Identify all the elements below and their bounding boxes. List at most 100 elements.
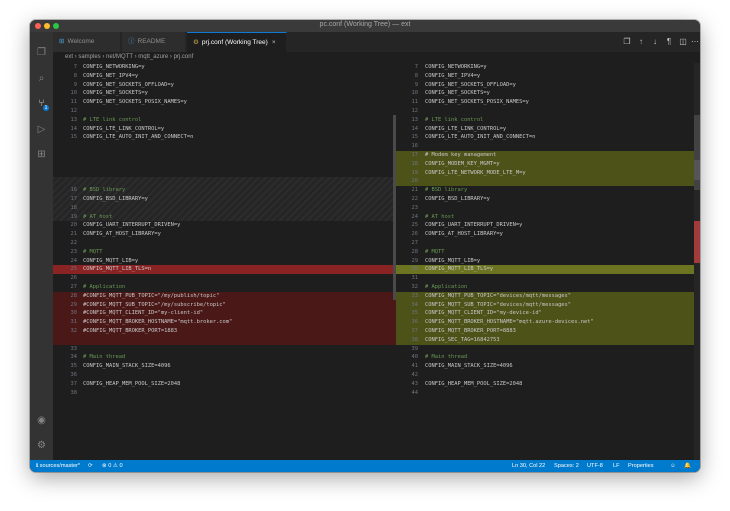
diff-line[interactable]: 8 CONFIG_NET_IPV4=y: [53, 72, 396, 81]
diff-line[interactable]: 11 CONFIG_NET_SOCKETS_POSIX_NAMES=y: [53, 98, 396, 107]
diff-line[interactable]: 24 # AT host: [396, 213, 694, 222]
diff-line[interactable]: 17 # Modem key management: [396, 151, 694, 160]
diff-line[interactable]: 15 CONFIG_LTE_AUTO_INIT_AND_CONNECT=n: [53, 133, 396, 142]
diff-line[interactable]: 12: [396, 107, 694, 116]
original-editor-pane[interactable]: 7 CONFIG_NETWORKING=y 8 CONFIG_NET_IPV4=y 9 C…: [53, 63, 396, 460]
eol-indicator[interactable]: LF: [613, 460, 620, 472]
diff-line[interactable]: 28 # MQTT: [396, 248, 694, 257]
diff-line[interactable]: 18 CONFIG_MODEM_KEY_MGMT=y: [396, 159, 694, 169]
diff-line[interactable]: 22 CONFIG_BSD_LIBRARY=y: [396, 195, 694, 204]
split-editor-icon[interactable]: ◫: [678, 36, 688, 48]
settings-gear-icon[interactable]: ⚙: [36, 440, 47, 451]
diff-line[interactable]: 21 CONFIG_AT_HOST_LIBRARY=y: [53, 230, 396, 239]
diff-line[interactable]: 38 CONFIG_SEC_TAG=16842753: [396, 335, 694, 345]
indentation-indicator[interactable]: Spaces: 2: [554, 460, 579, 472]
diff-line[interactable]: 30 #CONFIG_MQTT_CLIENT_ID="my-client-id": [53, 309, 396, 319]
diff-line[interactable]: 12: [53, 107, 396, 116]
diff-line[interactable]: 43 CONFIG_HEAP_MEM_POOL_SIZE=2048: [396, 380, 694, 389]
diff-line[interactable]: 16 # BSD library: [53, 186, 396, 195]
diff-line[interactable]: 23 # MQTT: [53, 248, 396, 257]
run-debug-icon[interactable]: ▷: [36, 124, 47, 135]
diff-line[interactable]: 39: [396, 345, 694, 354]
next-change-icon[interactable]: ↓: [650, 36, 660, 48]
diff-line[interactable]: 15 CONFIG_LTE_AUTO_INIT_AND_CONNECT=n: [396, 133, 694, 142]
diff-line[interactable]: 16: [396, 142, 694, 151]
tab-welcome[interactable]: ⊞ Welcome: [53, 32, 121, 52]
diff-line[interactable]: 11 CONFIG_NET_SOCKETS_POSIX_NAMES=y: [396, 98, 694, 107]
diff-line[interactable]: 18: [53, 204, 396, 213]
diff-line[interactable]: 34 CONFIG_MQTT_SUB_TOPIC="devices/mqtt/me…: [396, 300, 694, 310]
overview-ruler[interactable]: [694, 63, 700, 460]
open-changes-icon[interactable]: ❐: [622, 36, 632, 48]
diff-line[interactable]: 32 #CONFIG_MQTT_BROKER_PORT=1883: [53, 327, 396, 336]
diff-line[interactable]: 28 #CONFIG_MQTT_PUB_TOPIC="/my/publish/to…: [53, 291, 396, 301]
diff-line[interactable]: 19 # AT host: [53, 213, 396, 222]
diff-line[interactable]: 8 CONFIG_NET_IPV4=y: [396, 72, 694, 81]
notifications-bell-icon[interactable]: 🔔: [684, 460, 691, 472]
diff-line[interactable]: 34 # Main thread: [53, 353, 396, 362]
diff-line[interactable]: 24 CONFIG_MQTT_LIB=y: [53, 257, 396, 266]
diff-line[interactable]: 31: [396, 274, 694, 283]
diff-line[interactable]: 20 CONFIG_UART_INTERRUPT_DRIVEN=y: [53, 221, 396, 230]
diff-line[interactable]: 20: [396, 177, 694, 187]
extensions-icon[interactable]: ⊞: [36, 149, 47, 160]
diff-line[interactable]: 9 CONFIG_NET_SOCKETS_OFFLOAD=y: [396, 81, 694, 90]
diff-line[interactable]: 25 CONFIG_UART_INTERRUPT_DRIVEN=y: [396, 221, 694, 230]
diff-line[interactable]: 35 CONFIG_MQTT_CLIENT_ID="my-device-id": [396, 309, 694, 319]
breadcrumb[interactable]: ext › samples › net/MQTT › mqtt_azure › …: [53, 52, 700, 63]
diff-line[interactable]: 10 CONFIG_NET_SOCKETS=y: [53, 89, 396, 98]
tab-prj-conf-working-tree[interactable]: ⚙ prj.conf (Working Tree) ×: [187, 32, 287, 52]
diff-line[interactable]: 7 CONFIG_NETWORKING=y: [53, 63, 396, 72]
diff-line[interactable]: 41 CONFIG_MAIN_STACK_SIZE=4096: [396, 362, 694, 371]
diff-line[interactable]: 29 #CONFIG_MQTT_SUB_TOPIC="/my/subscribe/…: [53, 300, 396, 310]
diff-line[interactable]: 27: [396, 239, 694, 248]
diff-line[interactable]: 40 # Main thread: [396, 353, 694, 362]
diff-line[interactable]: 37 CONFIG_MQTT_BROKER_PORT=8883: [396, 327, 694, 336]
diff-line[interactable]: 26: [53, 274, 396, 283]
diff-line[interactable]: 23: [396, 204, 694, 213]
diff-line[interactable]: 13 # LTE link control: [396, 116, 694, 125]
diff-line[interactable]: 36 CONFIG_MQTT_BROKER_HOSTNAME="mqtt.azur…: [396, 318, 694, 327]
diff-line[interactable]: 44: [396, 389, 694, 398]
branch-indicator[interactable]: ℹ sources/master*: [36, 460, 80, 472]
diff-line[interactable]: 7 CONFIG_NETWORKING=y: [396, 63, 694, 72]
diff-line[interactable]: 22: [53, 239, 396, 248]
diff-line[interactable]: 17 CONFIG_BSD_LIBRARY=y: [53, 195, 396, 204]
diff-line[interactable]: 25 CONFIG_MQTT_LIB_TLS=n: [53, 265, 396, 275]
diff-line[interactable]: 31 #CONFIG_MQTT_BROKER_HOSTNAME="mqtt.bro…: [53, 318, 396, 327]
diff-line[interactable]: 21 # BSD library: [396, 186, 694, 195]
files-icon[interactable]: ❐: [36, 47, 47, 58]
diff-line[interactable]: 33 CONFIG_MQTT_PUB_TOPIC="devices/mqtt/me…: [396, 291, 694, 301]
cursor-position[interactable]: Ln 30, Col 22: [512, 460, 545, 472]
diff-line[interactable]: [53, 335, 396, 345]
diff-line[interactable]: 14 CONFIG_LTE_LINK_CONTROL=y: [396, 125, 694, 134]
diff-line[interactable]: 35 CONFIG_MAIN_STACK_SIZE=4096: [53, 362, 396, 371]
close-tab-icon[interactable]: ×: [272, 39, 276, 46]
modified-editor-pane[interactable]: 7 CONFIG_NETWORKING=y 8 CONFIG_NET_IPV4=y 9 C…: [396, 63, 694, 460]
encoding-indicator[interactable]: UTF-8: [587, 460, 603, 472]
diff-line[interactable]: 42: [396, 371, 694, 380]
feedback-icon[interactable]: ☺: [670, 460, 676, 472]
problems-indicator[interactable]: ⊗ 0 ⚠ 0: [102, 460, 123, 472]
diff-line[interactable]: 29 CONFIG_MQTT_LIB=y: [396, 257, 694, 266]
diff-line[interactable]: 32 # Application: [396, 283, 694, 292]
diff-line[interactable]: 10 CONFIG_NET_SOCKETS=y: [396, 89, 694, 98]
diff-line[interactable]: 33: [53, 345, 396, 354]
diff-line[interactable]: 26 CONFIG_AT_HOST_LIBRARY=y: [396, 230, 694, 239]
diff-line[interactable]: 19 CONFIG_LTE_NETWORK_MODE_LTE_M=y: [396, 168, 694, 178]
previous-change-icon[interactable]: ↑: [636, 36, 646, 48]
diff-line[interactable]: 13 # LTE link control: [53, 116, 396, 125]
diff-line[interactable]: 37 CONFIG_HEAP_MEM_POOL_SIZE=2048: [53, 380, 396, 389]
tab-readme[interactable]: ⓘ README: [122, 32, 186, 52]
diff-line[interactable]: 38: [53, 389, 396, 398]
search-icon[interactable]: ⌕: [36, 73, 47, 84]
diff-line[interactable]: 27 # Application: [53, 283, 396, 292]
diff-line[interactable]: 14 CONFIG_LTE_LINK_CONTROL=y: [53, 125, 396, 134]
diff-line[interactable]: 9 CONFIG_NET_SOCKETS_OFFLOAD=y: [53, 81, 396, 90]
more-actions-icon[interactable]: ⋯: [690, 36, 700, 48]
language-mode[interactable]: Properties: [628, 460, 654, 472]
diff-line[interactable]: 36: [53, 371, 396, 380]
diff-line[interactable]: 30 CONFIG_MQTT_LIB_TLS=y: [396, 265, 694, 275]
account-icon[interactable]: ◉: [36, 415, 47, 426]
sync-icon[interactable]: ⟳: [88, 460, 93, 472]
